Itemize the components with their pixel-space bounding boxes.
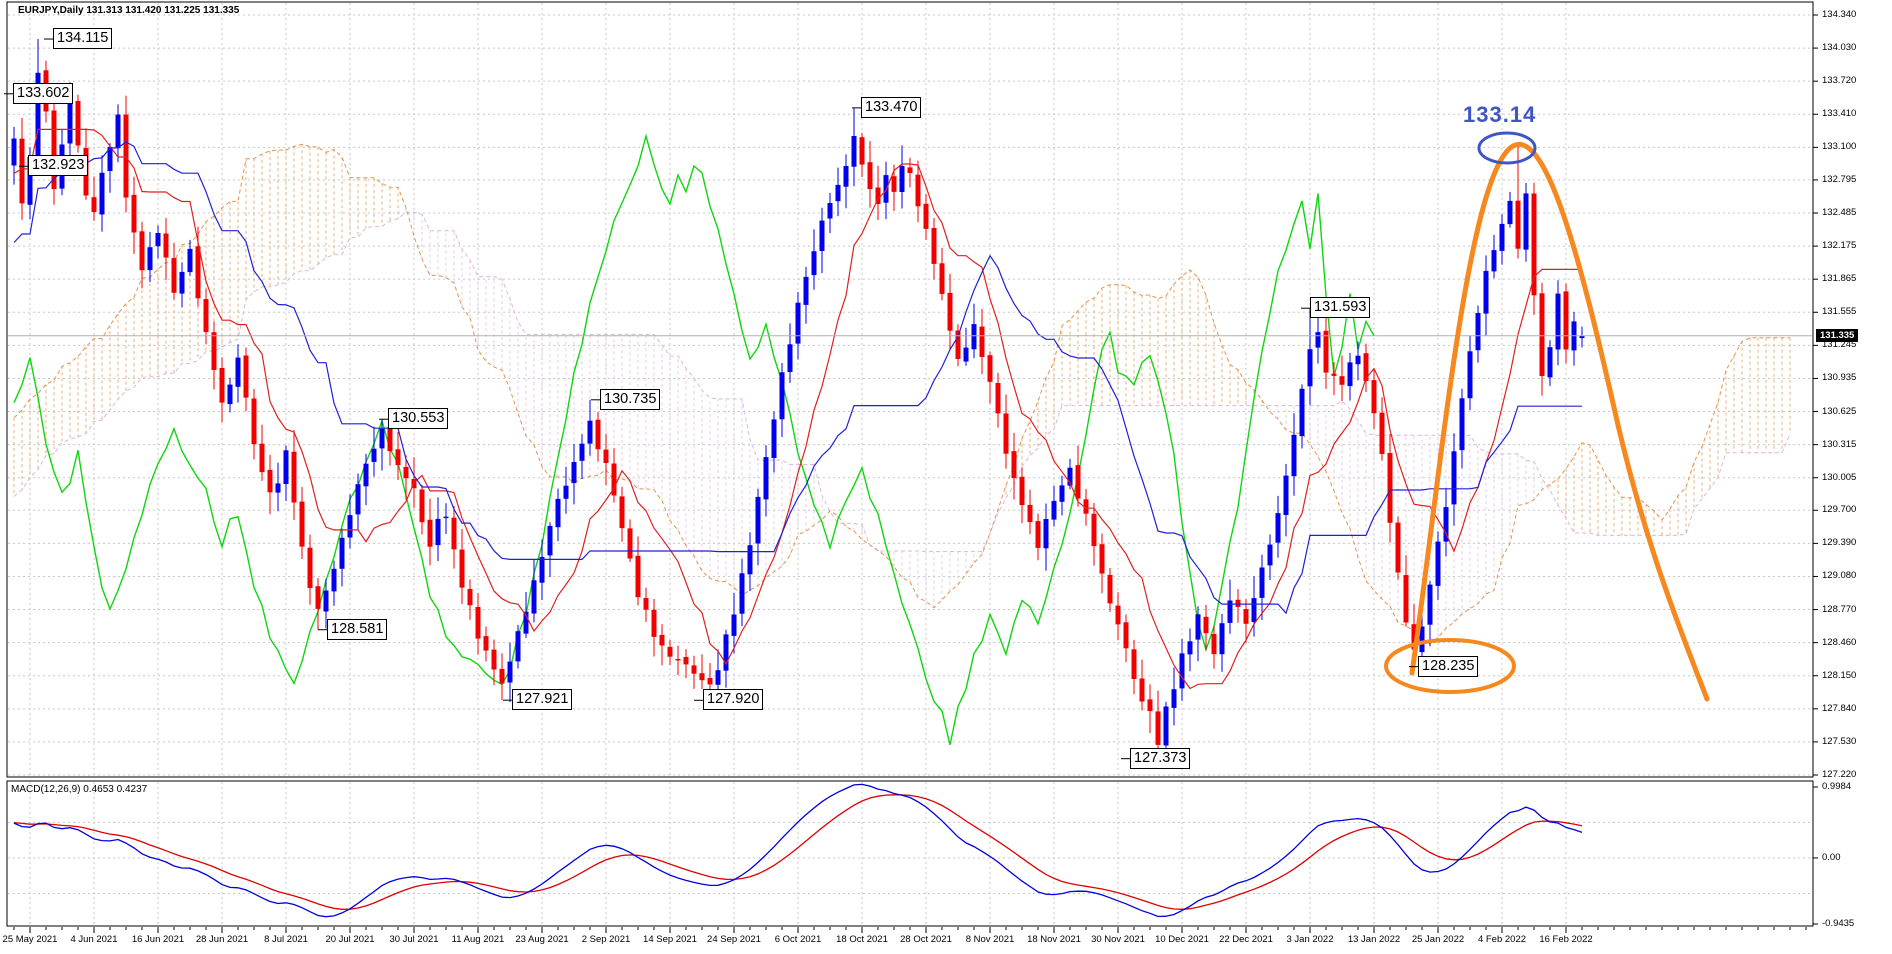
date-axis-label: 22 Dec 2021 (1211, 934, 1281, 945)
date-axis-label: 20 Jul 2021 (315, 934, 385, 945)
price-flag-label[interactable]: 134.115 (53, 28, 112, 49)
date-axis-label: 3 Jan 2022 (1275, 934, 1345, 945)
price-flag-label[interactable]: 127.921 (512, 689, 572, 710)
price-flag-label[interactable]: 128.235 (1418, 656, 1478, 677)
macd-axis-min: -0.9435 (1822, 918, 1854, 929)
date-axis-label: 18 Oct 2021 (827, 934, 897, 945)
date-axis-label: 25 Jan 2022 (1403, 934, 1473, 945)
date-axis-label: 13 Jan 2022 (1339, 934, 1409, 945)
price-axis-label: 130.005 (1822, 472, 1856, 483)
price-axis-label: 129.700 (1822, 504, 1856, 515)
date-axis-label: 14 Sep 2021 (635, 934, 705, 945)
date-axis-label: 25 May 2021 (0, 934, 65, 945)
current-price-tag: 131.335 (1816, 329, 1858, 342)
price-axis-label: 130.625 (1822, 406, 1856, 417)
date-axis-label: 28 Oct 2021 (891, 934, 961, 945)
date-axis-label: 6 Oct 2021 (763, 934, 833, 945)
date-axis-label: 28 Jun 2021 (187, 934, 257, 945)
date-axis-label: 16 Jun 2021 (123, 934, 193, 945)
price-axis-label: 133.410 (1822, 108, 1856, 119)
price-flag-label[interactable]: 131.593 (1310, 297, 1370, 318)
macd-axis-max: 0.9984 (1822, 781, 1851, 792)
price-flag-label[interactable]: 133.470 (861, 97, 921, 118)
price-flag-label[interactable]: 128.581 (327, 619, 387, 640)
price-flag-label[interactable]: 130.553 (388, 408, 448, 429)
date-axis-label: 30 Jul 2021 (379, 934, 449, 945)
date-axis-label: 4 Feb 2022 (1467, 934, 1537, 945)
price-flag-label[interactable]: 127.920 (703, 689, 763, 710)
date-axis-label: 8 Nov 2021 (955, 934, 1025, 945)
price-axis-label: 132.795 (1822, 174, 1856, 185)
price-axis-label: 127.220 (1822, 769, 1856, 780)
date-axis-label: 30 Nov 2021 (1083, 934, 1153, 945)
price-axis-label: 128.770 (1822, 604, 1856, 615)
price-axis-label: 128.150 (1822, 670, 1856, 681)
symbol-ohlc-header: EURJPY,Daily 131.313 131.420 131.225 131… (18, 5, 239, 16)
price-axis-label: 130.315 (1822, 439, 1856, 450)
date-axis-label: 4 Jun 2021 (59, 934, 129, 945)
date-axis-label: 2 Sep 2021 (571, 934, 641, 945)
price-axis-label: 132.175 (1822, 240, 1856, 251)
price-axis-label: 130.935 (1822, 372, 1856, 383)
price-axis-label: 127.840 (1822, 703, 1856, 714)
price-flag-label[interactable]: 132.923 (28, 155, 88, 176)
price-axis-label: 127.530 (1822, 736, 1856, 747)
price-axis-label: 128.460 (1822, 637, 1856, 648)
date-axis-label: 10 Dec 2021 (1147, 934, 1217, 945)
price-axis-label: 132.485 (1822, 207, 1856, 218)
macd-indicator-header: MACD(12,26,9) 0.4653 0.4237 (11, 784, 147, 795)
price-axis-label: 133.720 (1822, 75, 1856, 86)
price-axis-label: 131.555 (1822, 306, 1856, 317)
projection-arrow[interactable] (1412, 144, 1707, 699)
price-flag-label[interactable]: 127.373 (1130, 748, 1190, 769)
mt4-chart-window[interactable]: EURJPY,Daily 131.313 131.420 131.225 131… (0, 0, 1892, 954)
projection-peak-price-note: 133.14 (1463, 102, 1536, 128)
chart-canvas[interactable] (0, 0, 1892, 954)
price-axis-label: 133.100 (1822, 141, 1856, 152)
price-axis-label: 129.080 (1822, 570, 1856, 581)
date-axis-label: 23 Aug 2021 (507, 934, 577, 945)
date-axis-label: 16 Feb 2022 (1531, 934, 1601, 945)
price-flag-label[interactable]: 130.735 (600, 389, 660, 410)
price-axis-label: 134.030 (1822, 42, 1856, 53)
price-axis-label: 134.340 (1822, 9, 1856, 20)
macd-axis-zero: 0.00 (1822, 852, 1841, 863)
price-axis-label: 129.390 (1822, 537, 1856, 548)
date-axis-label: 18 Nov 2021 (1019, 934, 1089, 945)
date-axis-label: 11 Aug 2021 (443, 934, 513, 945)
date-axis-label: 24 Sep 2021 (699, 934, 769, 945)
date-axis-label: 8 Jul 2021 (251, 934, 321, 945)
price-axis-label: 131.865 (1822, 273, 1856, 284)
price-flag-label[interactable]: 133.602 (13, 83, 73, 104)
